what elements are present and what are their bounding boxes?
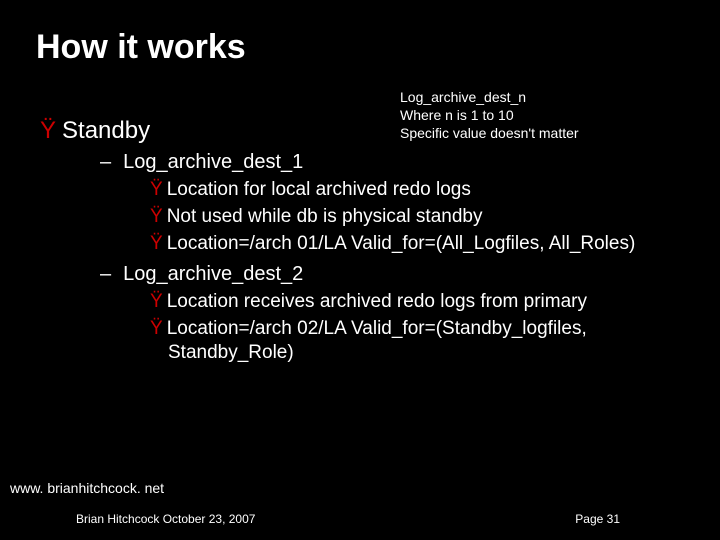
footer-author-date: Brian Hitchcock October 23, 2007	[76, 512, 255, 526]
level2-item: –Log_archive_dest_2	[40, 263, 680, 286]
level3-label: Location=/arch 01/LA Valid_for=(All_Logf…	[167, 233, 636, 254]
dash-icon: –	[100, 263, 111, 285]
note-line: Specific value doesn't matter	[400, 124, 579, 142]
slide-title: How it works	[0, 0, 720, 67]
level2-label: Log_archive_dest_1	[123, 151, 303, 173]
level1-label: Standby	[62, 117, 150, 144]
footer-url: www. brianhitchcock. net	[10, 480, 164, 496]
level3-item: ŸLocation for local archived redo logs	[58, 178, 680, 202]
level1-item: ŸStandby	[40, 117, 680, 145]
level3-label: Not used while db is physical standby	[167, 206, 483, 227]
level3-label: Location receives archived redo logs fro…	[167, 291, 587, 312]
level3-item: ŸLocation=/arch 01/LA Valid_for=(All_Log…	[58, 232, 680, 256]
y-bullet-icon: Ÿ	[150, 318, 163, 339]
note-line: Where n is 1 to 10	[400, 106, 579, 124]
note-line: Log_archive_dest_n	[400, 88, 579, 106]
slide-body: ŸStandby –Log_archive_dest_1 ŸLocation f…	[0, 67, 720, 365]
y-bullet-icon: Ÿ	[150, 291, 163, 312]
y-bullet-icon: Ÿ	[150, 206, 163, 227]
level3-item: ŸLocation receives archived redo logs fr…	[58, 290, 680, 314]
y-bullet-icon: Ÿ	[150, 233, 163, 254]
level3-item: ŸNot used while db is physical standby	[58, 205, 680, 229]
level3-label: Location for local archived redo logs	[167, 179, 471, 200]
y-bullet-icon: Ÿ	[150, 179, 163, 200]
level2-item: –Log_archive_dest_1	[40, 151, 680, 174]
y-bullet-icon: Ÿ	[40, 117, 56, 144]
footer-page-number: Page 31	[575, 512, 620, 526]
level3-item: ŸLocation=/arch 02/LA Valid_for=(Standby…	[58, 317, 680, 365]
side-note: Log_archive_dest_n Where n is 1 to 10 Sp…	[400, 88, 579, 143]
dash-icon: –	[100, 151, 111, 173]
level2-label: Log_archive_dest_2	[123, 263, 303, 285]
level3-label: Location=/arch 02/LA Valid_for=(Standby_…	[167, 318, 587, 363]
